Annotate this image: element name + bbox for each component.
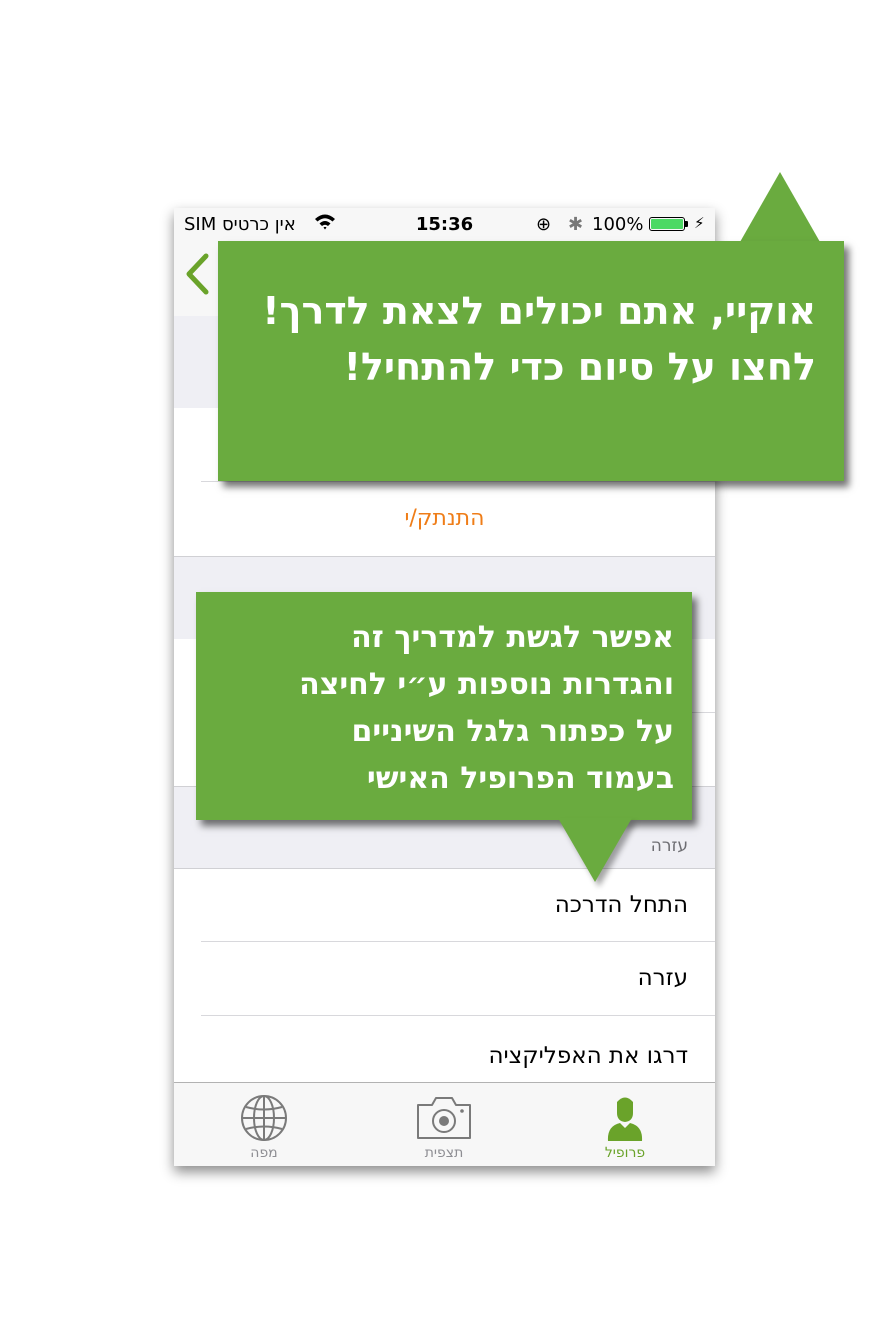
bottom-bubble-pointer [558,818,632,882]
tab-observation-label: תצפית [424,1145,464,1161]
tab-observation[interactable]: תצפית [354,1083,534,1166]
tutorial-finish-text: אוקיי, אתם יכולים לצאת לדרך! לחצו על סיו… [262,289,816,389]
rate-app-row[interactable]: דרגו את האפליקציה [174,1016,715,1082]
battery-tip [685,221,688,227]
tab-profile[interactable]: פרופיל [535,1083,715,1166]
tab-profile-label: פרופיל [604,1145,646,1161]
chevron-left-icon[interactable] [184,252,210,296]
logout-cell[interactable]: התנתק/י [174,482,715,556]
tab-map[interactable]: מפה [174,1083,354,1166]
tab-bar: מפה תצפית פרופיל [174,1082,715,1166]
rotation-lock-icon: ⊕ [536,214,552,235]
charging-icon: ⚡ [694,214,705,232]
top-bubble-pointer [740,172,820,242]
tutorial-access-text: אפשר לגשת למדריך זה והגדרות נוספות ע״י ל… [299,620,674,796]
logout-button[interactable]: התנתק/י [174,482,715,556]
tutorial-access-bubble: אפשר לגשת למדריך זה והגדרות נוספות ע״י ל… [196,592,692,820]
bluetooth-icon: ✱ [568,214,584,235]
tutorial-overlay-screen: SIM אין כרטיס 15:36 ⊕ ✱ 100% ⚡ התנתק/י ע… [0,0,888,1333]
status-bar: SIM אין כרטיס 15:36 ⊕ ✱ 100% ⚡ [174,208,715,242]
person-icon [607,1097,643,1141]
tutorial-finish-bubble: אוקיי, אתם יכולים לצאת לדרך! לחצו על סיו… [218,241,844,481]
battery-icon [649,217,685,231]
start-tutorial-row[interactable]: התחל הדרכה [174,869,715,942]
globe-icon [241,1095,287,1141]
tab-map-label: מפה [250,1145,278,1161]
help-section-title: עזרה [650,836,688,856]
camera-icon [417,1097,471,1139]
help-row[interactable]: עזרה [174,942,715,1016]
battery-percent: 100% [592,214,644,235]
help-label: עזרה [637,965,688,991]
